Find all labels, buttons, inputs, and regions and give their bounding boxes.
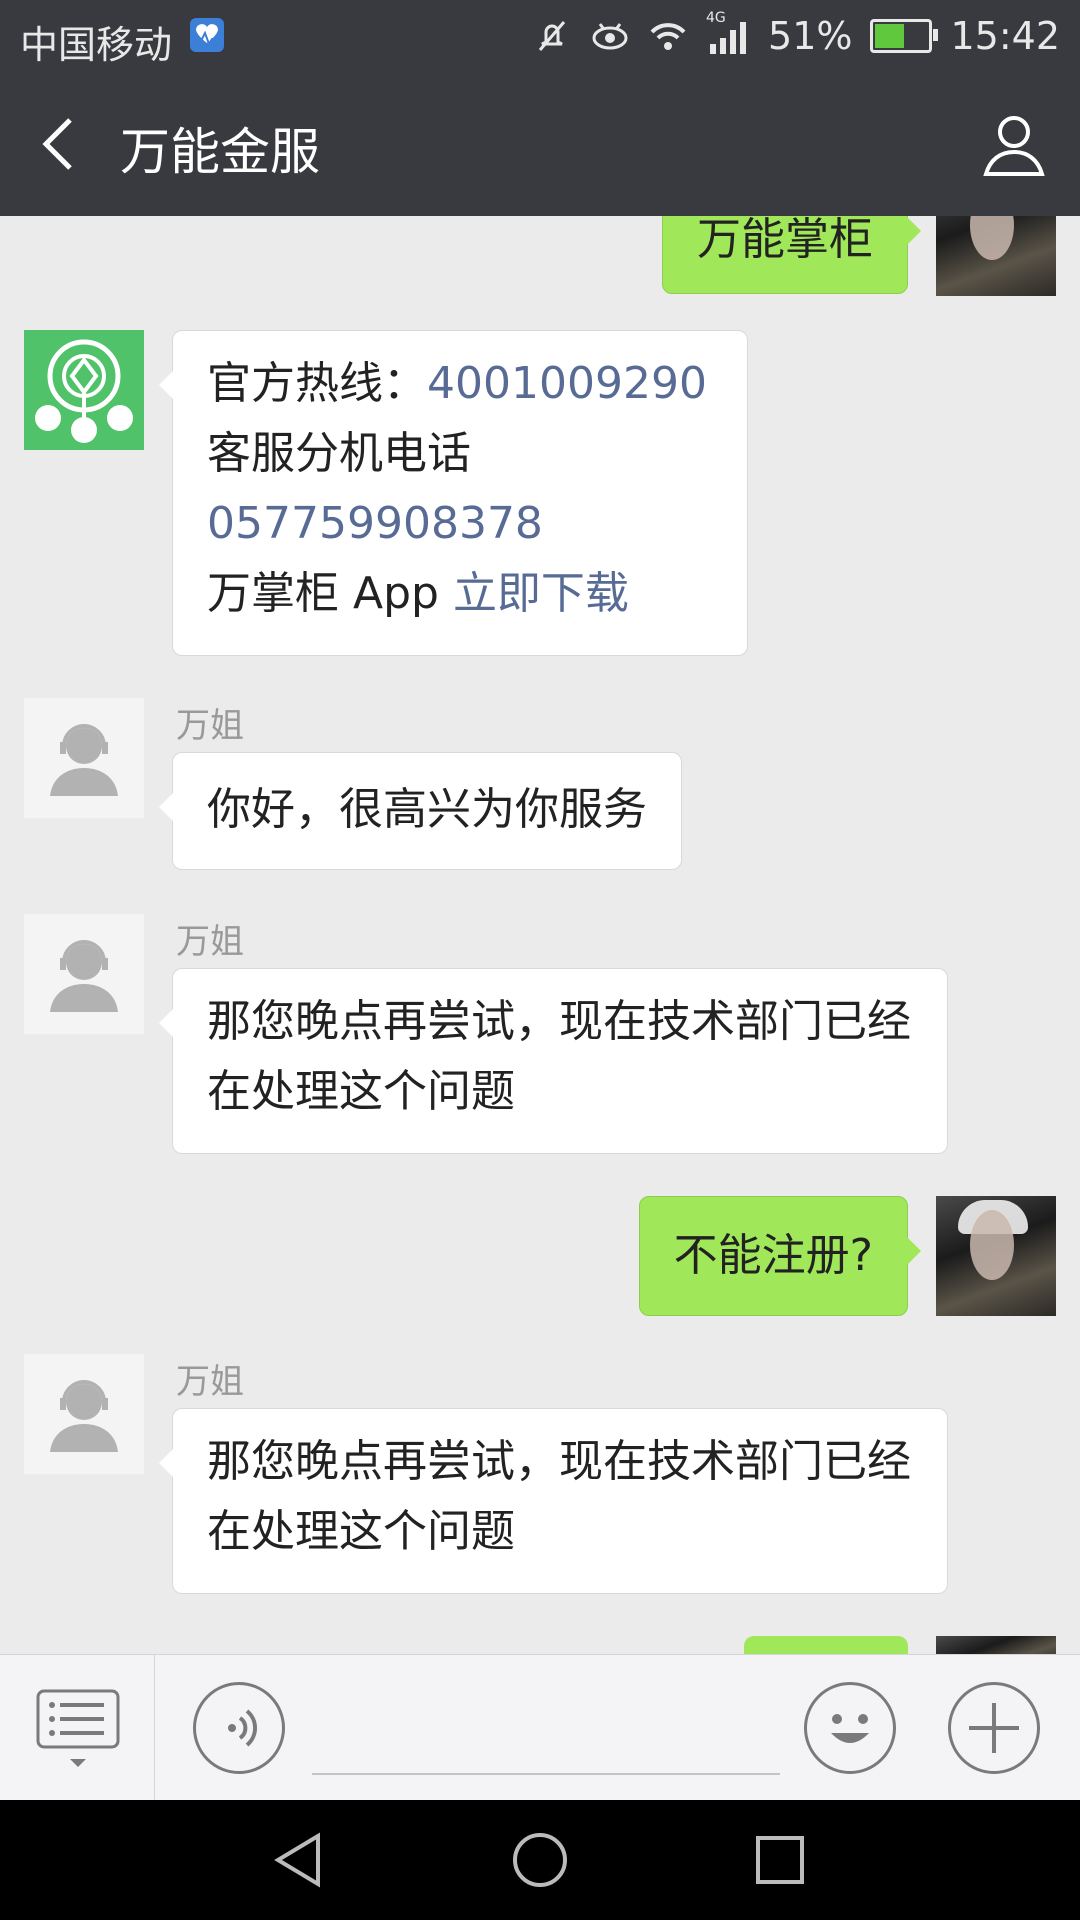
emoji-icon[interactable] xyxy=(804,1682,896,1774)
health-app-icon xyxy=(190,18,224,52)
nav-home-icon[interactable] xyxy=(510,1830,570,1890)
sender-name: 万姐 xyxy=(176,706,244,746)
sender-name: 万姐 xyxy=(176,1362,244,1402)
nav-back-icon[interactable] xyxy=(270,1830,330,1890)
chat-list[interactable]: 万能掌柜 官方热线：4001009290 客服分机电话 057759908378… xyxy=(0,216,1080,1654)
nav-recents-icon[interactable] xyxy=(750,1830,810,1890)
extension-phone-link[interactable]: 057759908378 xyxy=(207,498,543,549)
incoming-bubble[interactable]: 那您晚点再尝试，现在技术部门已经在处理这个问题 xyxy=(159,968,948,1154)
incoming-bubble[interactable]: 你好，很高兴为你服务 xyxy=(159,752,682,870)
chat-header: 万能金服 xyxy=(0,72,1080,216)
battery-icon xyxy=(870,19,939,53)
agent-avatar[interactable] xyxy=(24,914,144,1034)
eye-comfort-icon xyxy=(590,16,630,56)
download-link[interactable]: 立即下载 xyxy=(453,568,629,619)
back-arrow-icon[interactable] xyxy=(30,112,94,176)
message-row-partial xyxy=(0,1636,1080,1654)
outgoing-bubble[interactable]: 万能掌柜 xyxy=(662,216,921,294)
app-line: 万掌柜 App 立即下载 xyxy=(207,559,713,629)
message-text: 万能掌柜 xyxy=(697,216,873,265)
network-type: 4G xyxy=(706,10,726,26)
hotline-label: 官方热线： xyxy=(207,358,427,409)
input-bar xyxy=(0,1654,1080,1801)
message-text: 不能注册? xyxy=(673,1230,873,1281)
extension-phone-line: 057759908378 xyxy=(207,489,713,559)
message-input[interactable] xyxy=(312,1773,780,1775)
user-avatar-partial[interactable] xyxy=(936,1636,1056,1654)
message-row: 万姐 那您晚点再尝试，现在技术部门已经在处理这个问题 xyxy=(0,1354,1080,1594)
status-bar: 中国移动 4G 51% 15:42 xyxy=(0,0,1080,72)
message-text: 你好，很高兴为你服务 xyxy=(207,784,647,835)
user-avatar[interactable] xyxy=(936,216,1056,296)
user-avatar[interactable] xyxy=(936,1196,1056,1316)
message-row: 官方热线：4001009290 客服分机电话 057759908378 万掌柜 … xyxy=(0,330,1080,660)
mute-icon xyxy=(532,16,572,56)
message-row: 万姐 那您晚点再尝试，现在技术部门已经在处理这个问题 xyxy=(0,914,1080,1154)
hotline-phone-link[interactable]: 4001009290 xyxy=(427,358,707,409)
status-icons: 4G 51% 15:42 xyxy=(532,10,1060,58)
message-text: 那您晚点再尝试，现在技术部门已经在处理这个问题 xyxy=(207,996,911,1117)
plus-icon[interactable] xyxy=(948,1682,1040,1774)
system-nav-bar xyxy=(0,1800,1080,1920)
menu-list-icon[interactable] xyxy=(0,1655,155,1801)
message-row: 不能注册? xyxy=(0,1196,1080,1318)
profile-icon[interactable] xyxy=(978,108,1050,180)
voice-icon[interactable] xyxy=(193,1682,285,1774)
chat-title: 万能金服 xyxy=(120,123,320,181)
outgoing-bubble[interactable]: 不能注册? xyxy=(638,1196,922,1316)
wifi-icon xyxy=(648,16,688,56)
hotline-line: 官方热线：4001009290 xyxy=(207,349,713,419)
message-row: 万能掌柜 xyxy=(0,216,1080,300)
carrier-name: 中国移动 xyxy=(20,23,173,67)
agent-avatar[interactable] xyxy=(24,1354,144,1474)
sender-name: 万姐 xyxy=(176,922,244,962)
clock: 15:42 xyxy=(950,14,1060,58)
message-row: 万姐 你好，很高兴为你服务 xyxy=(0,698,1080,870)
brand-logo-avatar[interactable] xyxy=(24,330,144,450)
battery-percent: 51% xyxy=(768,14,853,58)
incoming-bubble[interactable]: 那您晚点再尝试，现在技术部门已经在处理这个问题 xyxy=(159,1408,948,1594)
extension-label: 客服分机电话 xyxy=(207,428,471,479)
extension-line: 客服分机电话 xyxy=(207,419,713,489)
app-label: 万掌柜 App xyxy=(207,568,453,619)
signal-icon: 4G xyxy=(706,10,750,56)
agent-avatar[interactable] xyxy=(24,698,144,818)
incoming-bubble[interactable]: 官方热线：4001009290 客服分机电话 057759908378 万掌柜 … xyxy=(159,330,748,656)
message-text: 那您晚点再尝试，现在技术部门已经在处理这个问题 xyxy=(207,1436,911,1557)
outgoing-bubble-partial[interactable] xyxy=(744,1636,908,1654)
